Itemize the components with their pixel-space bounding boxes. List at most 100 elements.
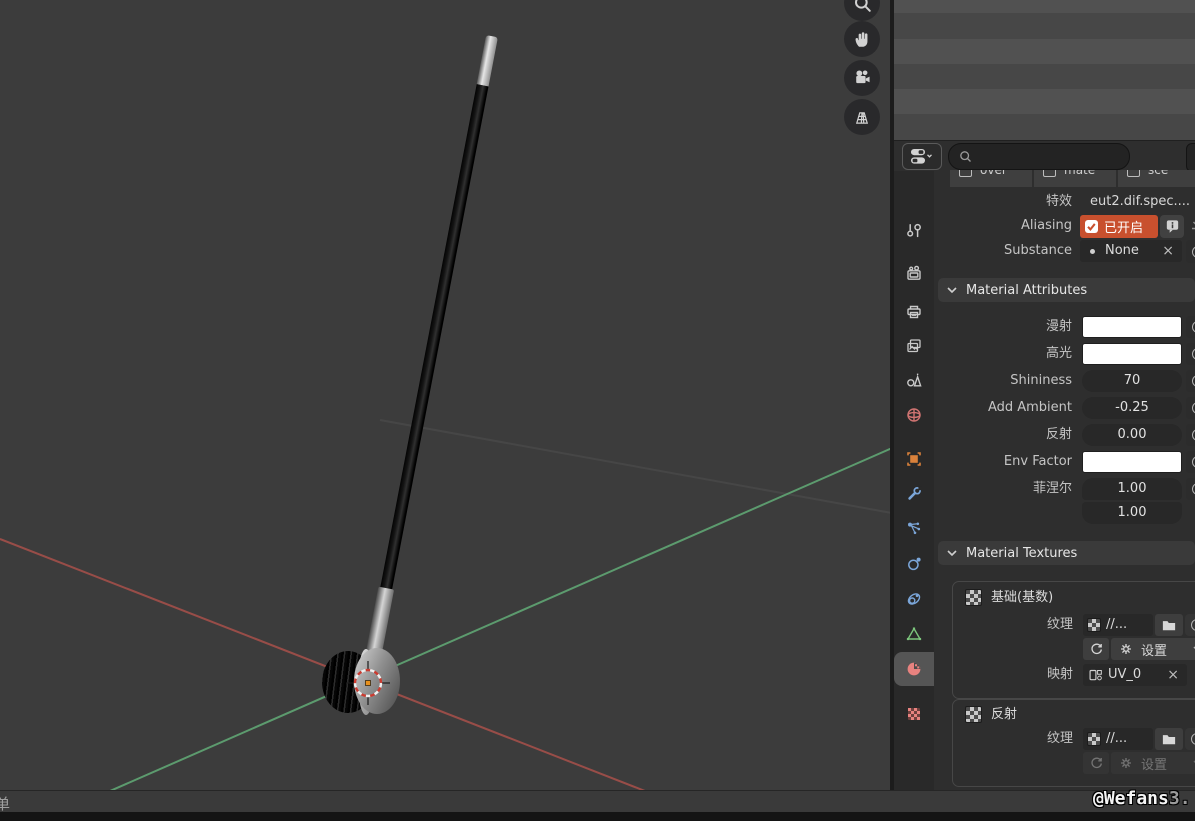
diffuse-decorator[interactable] bbox=[1186, 316, 1195, 338]
orthographic-grid-icon bbox=[852, 107, 872, 127]
tab-render[interactable] bbox=[894, 257, 934, 291]
clipped-tab-row: over mate sce bbox=[950, 170, 1195, 187]
mapping-clear-button[interactable]: × bbox=[1167, 664, 1179, 686]
texture-settings-button[interactable]: 设置 bbox=[1111, 638, 1195, 660]
chevron-down-icon bbox=[947, 287, 957, 294]
view-layer-icon bbox=[905, 337, 923, 355]
env-factor-decorator[interactable] bbox=[1186, 451, 1195, 473]
zoom-gizmo-button[interactable] bbox=[844, 0, 880, 21]
specular-decorator[interactable] bbox=[1186, 343, 1195, 365]
specular-color-swatch[interactable] bbox=[1082, 343, 1182, 365]
section-material-attributes[interactable]: Material Attributes bbox=[938, 278, 1195, 302]
ortho-gizmo-button[interactable] bbox=[844, 99, 880, 135]
fresnel-label: 菲涅尔 bbox=[934, 478, 1072, 500]
render-icon bbox=[905, 265, 923, 283]
viewport-3d[interactable] bbox=[0, 0, 890, 790]
texture-decorator[interactable] bbox=[1185, 614, 1195, 636]
diffuse-color-swatch[interactable] bbox=[1082, 316, 1182, 338]
texture-folder-button[interactable] bbox=[1155, 728, 1183, 750]
aliasing-import-button[interactable] bbox=[1188, 215, 1195, 238]
texture-file-field[interactable]: //... bbox=[1083, 614, 1153, 636]
substance-extra-button[interactable] bbox=[1186, 240, 1195, 263]
outliner-row[interactable] bbox=[894, 39, 1195, 64]
object-data-icon bbox=[905, 625, 923, 643]
mapping-field[interactable]: UV_0 × bbox=[1083, 664, 1187, 686]
texture-panel-base: 基础(基数) 纹理 //... bbox=[952, 581, 1195, 699]
axis-y-line bbox=[110, 447, 890, 790]
checkbox-icon[interactable] bbox=[1043, 170, 1056, 177]
add-ambient-field[interactable]: -0.25 bbox=[1082, 397, 1182, 419]
texture-file-field[interactable]: //... bbox=[1083, 728, 1153, 750]
tab-texture[interactable] bbox=[894, 697, 934, 731]
clipped-tab-sce[interactable]: sce bbox=[1118, 170, 1195, 187]
search-input[interactable] bbox=[948, 143, 1130, 170]
shininess-field[interactable]: 70 bbox=[1082, 370, 1182, 392]
fx-value[interactable]: eut2.dif.spec.... bbox=[1090, 191, 1190, 213]
texture-refresh-button[interactable] bbox=[1083, 752, 1109, 774]
pan-gizmo-button[interactable] bbox=[844, 21, 880, 57]
shininess-label: Shininess bbox=[934, 370, 1072, 392]
outliner-row[interactable] bbox=[894, 13, 1195, 39]
reflection-decorator[interactable] bbox=[1186, 424, 1195, 446]
outliner-row[interactable] bbox=[894, 0, 1195, 13]
diffuse-label: 漫射 bbox=[934, 316, 1072, 338]
aliasing-info-button[interactable] bbox=[1160, 215, 1184, 238]
modifier-wrench-icon bbox=[905, 485, 923, 503]
tab-material[interactable] bbox=[894, 652, 934, 686]
checkbox-icon[interactable] bbox=[959, 170, 972, 177]
editor-type-button[interactable] bbox=[902, 143, 942, 170]
aliasing-label: Aliasing bbox=[934, 215, 1072, 237]
texture-decorator[interactable] bbox=[1185, 728, 1195, 750]
uv-icon bbox=[1088, 668, 1103, 683]
camera-gizmo-button[interactable] bbox=[844, 60, 880, 96]
physics-icon bbox=[905, 555, 923, 573]
texture-thumb-icon bbox=[1087, 618, 1101, 632]
tab-world[interactable] bbox=[894, 398, 934, 432]
texture-folder-button[interactable] bbox=[1155, 614, 1183, 636]
outliner-row[interactable] bbox=[894, 114, 1195, 140]
checkbox-icon[interactable] bbox=[1127, 170, 1140, 177]
texture-refresh-button[interactable] bbox=[1083, 638, 1109, 660]
clipped-tab-label: sce bbox=[1148, 170, 1168, 177]
tab-constraints[interactable] bbox=[894, 582, 934, 616]
clipped-tab-over[interactable]: over bbox=[950, 170, 1032, 187]
aliasing-checkbox[interactable] bbox=[1085, 220, 1098, 233]
rod-object[interactable] bbox=[368, 35, 498, 653]
fx-label: 特效 bbox=[934, 191, 1072, 213]
add-ambient-decorator[interactable] bbox=[1186, 397, 1195, 419]
statusbar-menu-partial[interactable]: 单 bbox=[0, 793, 10, 814]
checker-thumb-icon bbox=[965, 706, 982, 723]
texture-settings-button[interactable]: 设置 bbox=[1111, 752, 1195, 774]
tab-physics[interactable] bbox=[894, 547, 934, 581]
fresnel-field-2[interactable]: 1.00 bbox=[1082, 502, 1182, 524]
reflection-field[interactable]: 0.00 bbox=[1082, 424, 1182, 446]
substance-clear-button[interactable]: × bbox=[1162, 240, 1174, 262]
texture-panel-title[interactable]: 反射 bbox=[991, 704, 1017, 726]
fresnel-decorator[interactable] bbox=[1186, 478, 1195, 500]
texture-thumb-icon bbox=[1087, 732, 1101, 746]
clipped-tab-label: mate bbox=[1064, 170, 1095, 177]
tab-tool[interactable] bbox=[894, 214, 934, 248]
section-material-textures[interactable]: Material Textures bbox=[938, 541, 1195, 565]
app-window: over mate sce bbox=[0, 0, 1195, 821]
tab-view-layer[interactable] bbox=[894, 329, 934, 363]
aliasing-toggle-button[interactable]: 已开启 bbox=[1080, 215, 1158, 238]
section-title: Material Textures bbox=[966, 546, 1077, 561]
header-cutoff-field[interactable] bbox=[1186, 143, 1195, 172]
env-factor-swatch[interactable] bbox=[1082, 451, 1182, 473]
clipped-tab-mate[interactable]: mate bbox=[1034, 170, 1116, 187]
outliner-row[interactable] bbox=[894, 64, 1195, 89]
tab-particles[interactable] bbox=[894, 512, 934, 546]
datablock-dot-icon bbox=[1090, 249, 1095, 254]
texture-panel-title[interactable]: 基础(基数) bbox=[991, 587, 1053, 609]
substance-dropdown[interactable]: None × bbox=[1080, 240, 1182, 262]
shininess-decorator[interactable] bbox=[1186, 370, 1195, 392]
fresnel-field-1[interactable]: 1.00 bbox=[1082, 478, 1182, 500]
tab-object-data[interactable] bbox=[894, 617, 934, 651]
tab-object[interactable] bbox=[894, 442, 934, 476]
aliasing-toggle-label: 已开启 bbox=[1104, 217, 1143, 236]
tab-modifiers[interactable] bbox=[894, 477, 934, 511]
outliner-row[interactable] bbox=[894, 89, 1195, 114]
tab-scene[interactable] bbox=[894, 363, 934, 397]
tab-output[interactable] bbox=[894, 295, 934, 329]
